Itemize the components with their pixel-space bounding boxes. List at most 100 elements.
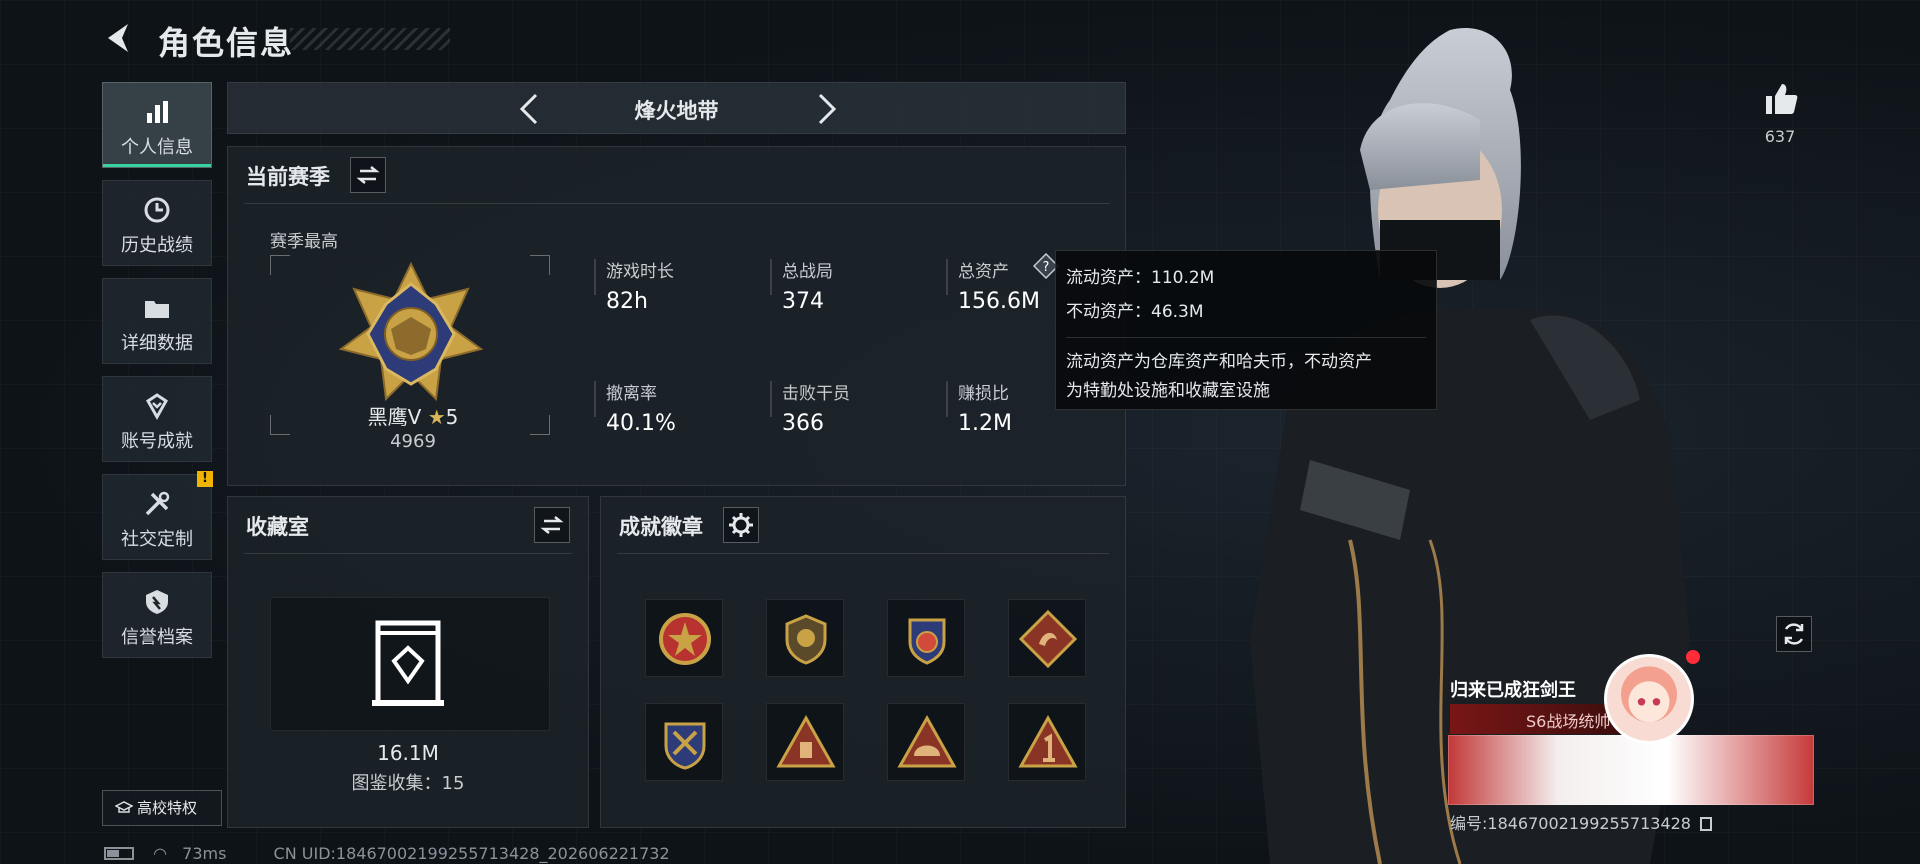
season-panel: 当前赛季 赛季最高 黑鹰V ★5 4969 游戏时长 82h 总战局 374 总… — [227, 146, 1126, 486]
chevron-right-icon[interactable] — [806, 89, 846, 129]
campus-privilege-label: 高校特权 — [137, 799, 198, 817]
sidebar-item-detailed-data[interactable]: 详细数据 — [102, 278, 212, 364]
refresh-icon — [1784, 623, 1804, 645]
sidebar-item-history[interactable]: 历史战绩 — [102, 180, 212, 266]
tooltip-note-line2: 为特勤处设施和收藏室设施 — [1066, 381, 1270, 401]
swap-season-button[interactable] — [350, 157, 386, 193]
collection-value: 16.1M — [377, 741, 439, 765]
ping-text: 73ms — [182, 844, 227, 863]
stat-label-extraction-rate: 撤离率 — [606, 384, 657, 404]
collection-panel: 收藏室 16.1M 图鉴收集：15 — [227, 496, 589, 828]
rank-emblem-icon — [338, 261, 484, 402]
crest-badge-icon — [908, 618, 946, 665]
sidebar-item-personal-info[interactable]: 个人信息 — [102, 82, 212, 168]
sidebar-item-label: 社交定制 — [121, 529, 193, 550]
season-best-label: 赛季最高 — [270, 232, 338, 252]
title-decoration — [290, 28, 450, 50]
refresh-button[interactable] — [1776, 616, 1812, 652]
avatar[interactable] — [1604, 654, 1694, 744]
stat-label-profit-ratio: 赚损比 — [958, 384, 1009, 404]
swap-collection-button[interactable] — [534, 507, 570, 543]
sidebar-item-label: 详细数据 — [121, 333, 193, 354]
stat-value-operators-defeated: 366 — [782, 411, 824, 436]
stat-value-extraction-rate: 40.1% — [606, 411, 676, 436]
gear-icon — [729, 513, 753, 537]
star-medal-icon — [659, 613, 711, 665]
thumbs-up-icon[interactable] — [1762, 80, 1800, 118]
sidebar-item-label: 信誉档案 — [121, 627, 193, 648]
tooltip-fixed-assets: 不动资产：46.3M — [1066, 302, 1204, 322]
rank-label: 黑鹰V ★5 — [308, 401, 518, 430]
svg-text:?: ? — [1043, 260, 1050, 275]
star-icon: ★ — [427, 405, 446, 429]
badges-title: 成就徽章 — [619, 515, 703, 539]
like-count: 637 — [1764, 127, 1796, 146]
stat-label-playtime: 游戏时长 — [606, 262, 674, 282]
helmet-badge-icon — [897, 714, 957, 768]
campus-privilege-button[interactable]: 高校特权 — [102, 790, 222, 826]
alert-badge: ! — [197, 471, 213, 487]
achievement-badge[interactable] — [1008, 703, 1086, 781]
stat-value-total-assets: 156.6M — [958, 289, 1040, 314]
rank-score: 4969 — [390, 431, 436, 452]
stat-divider — [946, 381, 948, 417]
wifi-icon: ◠ — [153, 844, 168, 863]
sidebar-item-credit[interactable]: 信誉档案 — [102, 572, 212, 658]
stat-label-total-matches: 总战局 — [782, 262, 833, 282]
shield-badge-icon — [785, 614, 827, 665]
divider — [1066, 337, 1426, 338]
stat-divider — [594, 259, 596, 295]
achievement-badge[interactable] — [766, 703, 844, 781]
clock-icon — [144, 197, 170, 223]
copy-icon[interactable] — [1700, 817, 1713, 831]
page-title: 角色信息 — [158, 24, 295, 62]
shield-icon — [146, 590, 168, 614]
divider — [244, 553, 572, 554]
avatar-portrait — [1621, 666, 1677, 723]
battery-icon — [104, 847, 134, 860]
back-arrow-icon[interactable] — [100, 18, 140, 58]
swap-icon — [540, 516, 564, 534]
divider — [244, 203, 1110, 204]
achievement-badge[interactable] — [645, 703, 723, 781]
sidebar-item-achievements[interactable]: 账号成就 — [102, 376, 212, 462]
stat-value-profit-ratio: 1.2M — [958, 411, 1012, 436]
collection-count: 图鉴收集：15 — [351, 773, 465, 794]
divider — [617, 553, 1109, 554]
assets-tooltip: 流动资产：110.2M 不动资产：46.3M 流动资产为仓库资产和哈夫币，不动资… — [1055, 250, 1437, 410]
badges-panel: 成就徽章 — [600, 496, 1126, 828]
stat-value-total-matches: 374 — [782, 289, 824, 314]
display-case-icon — [372, 620, 444, 706]
achievement-badge[interactable] — [766, 599, 844, 677]
card-background-art — [1448, 735, 1814, 805]
stat-divider — [770, 381, 772, 417]
dragon-badge-icon — [1018, 609, 1078, 669]
player-title: S6战场统帅 — [1526, 712, 1611, 731]
achievement-icon — [146, 393, 168, 421]
stat-label-total-assets: 总资产 — [958, 262, 1009, 282]
tools-icon — [145, 491, 170, 516]
uid-text: CN UID:18467002199255713428_202606221732 — [273, 844, 670, 863]
stat-divider — [770, 259, 772, 295]
stat-label-operators-defeated: 击败干员 — [782, 384, 850, 404]
collection-title: 收藏室 — [246, 515, 309, 539]
sword-crest-icon — [664, 722, 706, 770]
folder-icon — [145, 301, 169, 318]
bar-chart-icon — [147, 101, 168, 123]
achievement-badge[interactable] — [1008, 599, 1086, 677]
tooltip-note-line1: 流动资产为仓库资产和哈夫币，不动资产 — [1066, 352, 1372, 372]
badge-settings-button[interactable] — [723, 507, 759, 543]
achievement-badge[interactable] — [887, 703, 965, 781]
achievement-badge[interactable] — [645, 599, 723, 677]
achievement-badge[interactable] — [887, 599, 965, 677]
rank-name: 黑鹰V — [367, 405, 422, 429]
player-id: 编号:18467002199255713428 — [1450, 810, 1713, 834]
mode-selector: 烽火地带 — [227, 82, 1126, 134]
sidebar-item-social[interactable]: 社交定制 ! — [102, 471, 213, 560]
mode-name: 烽火地带 — [634, 99, 719, 123]
swap-icon — [356, 166, 380, 184]
rank-stars: 5 — [445, 405, 459, 429]
campus-icon — [115, 801, 133, 813]
tooltip-liquid-assets: 流动资产：110.2M — [1066, 268, 1215, 288]
player-name: 归来已成狂剑王 — [1450, 680, 1576, 701]
